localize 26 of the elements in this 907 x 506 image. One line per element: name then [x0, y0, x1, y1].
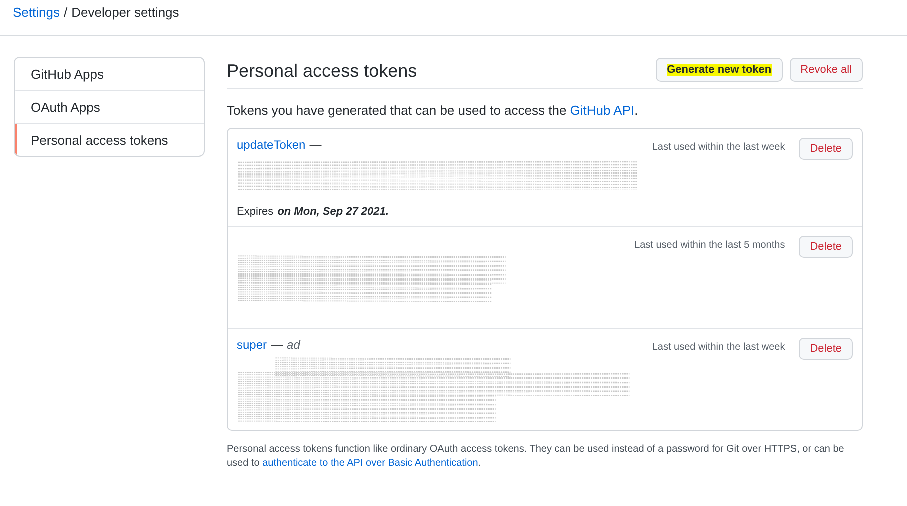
generate-token-button[interactable]: Generate new token: [656, 58, 783, 82]
token-scope: ad: [287, 338, 300, 354]
token-name-link[interactable]: updateToken: [237, 138, 306, 154]
basic-auth-link[interactable]: authenticate to the API over Basic Authentication: [262, 458, 478, 469]
dash-separator: —: [310, 138, 322, 154]
settings-link[interactable]: Settings: [13, 5, 60, 35]
sidebar-item[interactable]: Personal access tokens: [15, 124, 204, 156]
last-used-text: Last used within the last week: [652, 141, 786, 153]
breadcrumb-separator: /: [64, 5, 68, 22]
footer-note: Personal access tokens function like ordinary OAuth access tokens. They can be used instead of a password for Git over HTTPS, or can be used to authenticate to the API over Basic Authentication.: [227, 443, 846, 471]
expiry-date: on Mon, Sep 27 2021.: [278, 206, 389, 218]
github-api-link[interactable]: GitHub API: [570, 103, 635, 118]
page-title: Personal access tokens: [227, 60, 418, 82]
sidebar-item[interactable]: GitHub Apps: [15, 58, 204, 91]
delete-button[interactable]: Delete: [799, 338, 853, 360]
last-used-text: Last used within the last week: [652, 341, 786, 353]
sidebar-item[interactable]: OAuth Apps: [15, 91, 204, 124]
breadcrumb-current: Developer settings: [72, 5, 180, 22]
last-used-text: Last used within the last 5 months: [634, 239, 786, 251]
revoke-all-button[interactable]: Revoke all: [790, 58, 863, 82]
intro-text: Tokens you have generated that can be used to access the GitHub API.: [227, 103, 640, 118]
dash-separator: —: [271, 338, 284, 354]
delete-button[interactable]: Delete: [799, 138, 853, 160]
token-name-link[interactable]: super: [237, 338, 268, 354]
delete-button[interactable]: Delete: [799, 236, 853, 258]
expires-label: Expires: [237, 206, 274, 218]
